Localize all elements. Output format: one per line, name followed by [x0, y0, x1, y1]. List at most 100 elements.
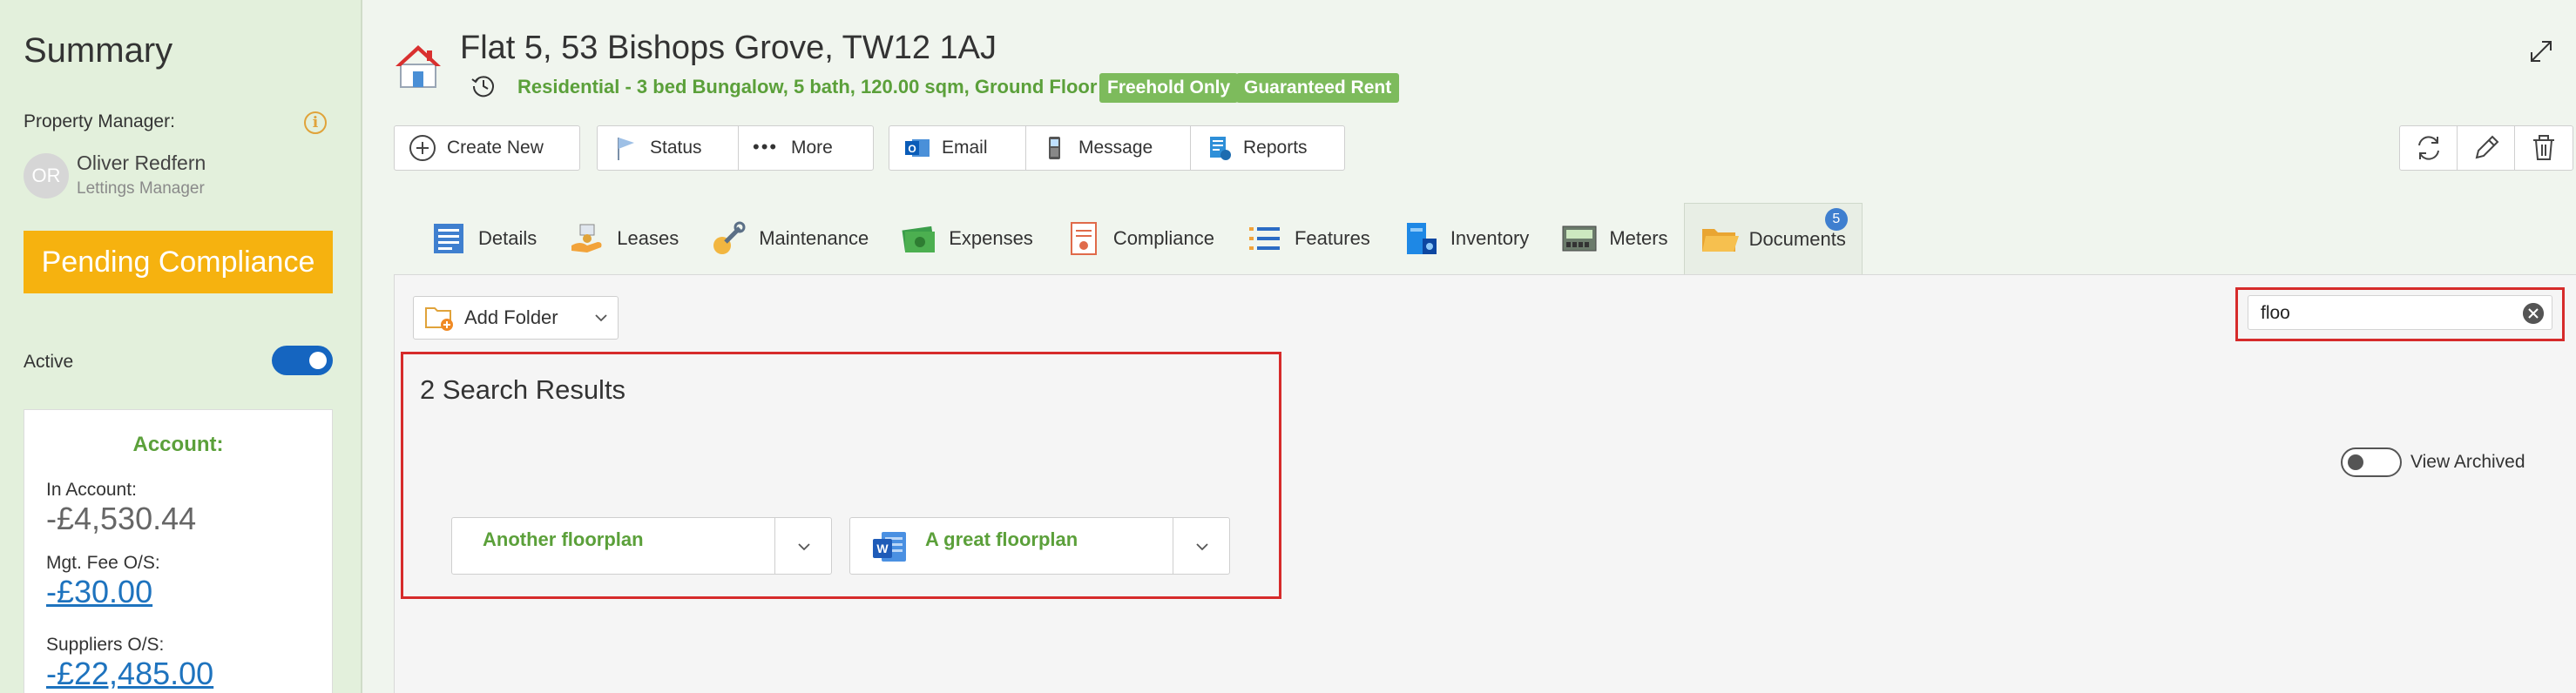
- document-name[interactable]: A great floorplan: [925, 528, 1078, 551]
- documents-count-badge: 5: [1824, 208, 1848, 231]
- property-description: Residential - 3 bed Bungalow, 5 bath, 12…: [517, 76, 1098, 98]
- tab-label: Meters: [1609, 227, 1668, 249]
- mgt-fee-link[interactable]: -£30.00: [46, 574, 152, 610]
- tab-compliance[interactable]: Compliance: [1049, 203, 1230, 274]
- expand-icon[interactable]: [2526, 37, 2556, 66]
- tab-expenses[interactable]: Expenses: [884, 203, 1049, 274]
- plus-circle-icon: [409, 135, 436, 161]
- property-manager-label: Property Manager:: [24, 111, 175, 131]
- sidebar-title: Summary: [24, 31, 173, 70]
- refresh-icon: [2417, 136, 2439, 160]
- chevron-down-icon: [595, 314, 607, 322]
- status-group: Status ••• More: [597, 125, 874, 171]
- svg-text:O: O: [908, 143, 916, 155]
- compliance-status-button[interactable]: Pending Compliance: [24, 231, 333, 293]
- search-results-title: 2 Search Results: [420, 374, 626, 405]
- trash-icon: [2533, 135, 2554, 160]
- document-name[interactable]: Another floorplan: [483, 528, 644, 551]
- document-card[interactable]: Another floorplan: [451, 517, 832, 575]
- document-menu-button[interactable]: [774, 518, 832, 574]
- communication-group: O Email Message Reports: [889, 125, 1345, 171]
- pencil-icon: [2475, 135, 2498, 159]
- clear-search-icon[interactable]: [2523, 303, 2544, 324]
- document-card[interactable]: W A great floorplan: [849, 517, 1230, 575]
- freehold-badge: Freehold Only: [1099, 73, 1239, 103]
- tab-label: Inventory: [1450, 227, 1530, 249]
- refresh-button[interactable]: [2400, 126, 2458, 170]
- create-new-button[interactable]: Create New: [395, 126, 579, 170]
- property-title: Flat 5, 53 Bishops Grove, TW12 1AJ: [460, 30, 997, 66]
- tab-leases[interactable]: Leases: [552, 203, 694, 274]
- property-manager-name[interactable]: Oliver Redfern: [77, 151, 206, 175]
- maintenance-icon: [713, 221, 746, 254]
- message-label: Message: [1078, 138, 1153, 158]
- history-icon[interactable]: [470, 73, 497, 99]
- guaranteed-rent-badge: Guaranteed Rent: [1236, 73, 1400, 103]
- avatar: OR: [24, 153, 69, 198]
- toggle-knob: [2348, 454, 2363, 470]
- tab-maintenance[interactable]: Maintenance: [694, 203, 884, 274]
- add-folder-button[interactable]: Add Folder: [413, 296, 619, 340]
- tab-meters[interactable]: Meters: [1545, 203, 1683, 274]
- email-label: Email: [942, 138, 988, 158]
- tab-label: Features: [1294, 227, 1370, 249]
- view-archived-toggle[interactable]: [2341, 447, 2402, 477]
- add-folder-icon: [425, 307, 453, 331]
- message-button[interactable]: Message: [1026, 126, 1191, 170]
- property-tabs: Details Leases Maintenance Expenses Comp…: [414, 203, 1863, 274]
- account-card: Account: In Account: -£4,530.44 Mgt. Fee…: [24, 409, 333, 693]
- outlook-icon: O: [905, 139, 930, 157]
- leases-icon: [571, 224, 602, 252]
- more-button[interactable]: ••• More: [739, 126, 873, 170]
- house-icon: [396, 45, 441, 88]
- tab-label: Expenses: [949, 227, 1033, 249]
- toggle-knob: [309, 352, 327, 369]
- search-input[interactable]: [2261, 301, 2513, 326]
- tab-label: Documents: [1748, 227, 1846, 250]
- suppliers-link[interactable]: -£22,485.00: [46, 656, 213, 692]
- property-manager-role: Lettings Manager: [77, 179, 205, 198]
- create-new-label: Create New: [447, 138, 544, 158]
- actions-group: [2399, 125, 2573, 171]
- details-icon: [434, 224, 463, 253]
- report-icon: [1210, 137, 1231, 160]
- status-button[interactable]: Status: [598, 126, 739, 170]
- document-menu-button[interactable]: [1173, 518, 1230, 574]
- view-archived-label: View Archived: [2410, 452, 2525, 472]
- edit-button[interactable]: [2458, 126, 2515, 170]
- tab-inventory[interactable]: Inventory: [1386, 203, 1545, 274]
- tab-label: Maintenance: [759, 227, 869, 249]
- features-icon: [1248, 227, 1280, 250]
- flag-icon: [618, 138, 634, 160]
- meters-icon: [1562, 225, 1597, 252]
- add-folder-label: Add Folder: [464, 306, 558, 328]
- account-title: Account:: [132, 433, 224, 456]
- suppliers-label: Suppliers O/S:: [46, 635, 165, 655]
- tab-label: Leases: [617, 227, 679, 249]
- phone-icon: [1049, 137, 1060, 159]
- active-toggle[interactable]: [272, 346, 333, 375]
- tab-label: Compliance: [1112, 227, 1214, 249]
- tab-documents[interactable]: Documents 5: [1683, 203, 1863, 274]
- tab-label: Details: [478, 227, 538, 249]
- more-icon: •••: [753, 136, 779, 158]
- chevron-down-icon: [1196, 543, 1208, 551]
- word-icon: W: [873, 532, 906, 562]
- inventory-icon: [1406, 223, 1437, 254]
- status-label: Status: [650, 138, 702, 158]
- delete-button[interactable]: [2515, 126, 2573, 170]
- tab-details[interactable]: Details: [414, 203, 552, 274]
- compliance-icon: [1070, 222, 1097, 255]
- reports-label: Reports: [1243, 138, 1308, 158]
- document-search: [2248, 295, 2552, 330]
- reports-button[interactable]: Reports: [1191, 126, 1344, 170]
- summary-sidebar: Summary Property Manager: i OR Oliver Re…: [0, 0, 362, 693]
- info-icon[interactable]: i: [304, 111, 327, 134]
- expenses-icon: [902, 225, 936, 252]
- documents-icon: [1701, 228, 1739, 252]
- create-group: Create New: [394, 125, 580, 171]
- chevron-down-icon: [798, 543, 810, 551]
- email-button[interactable]: O Email: [889, 126, 1026, 170]
- in-account-value: -£4,530.44: [46, 501, 197, 536]
- tab-features[interactable]: Features: [1230, 203, 1386, 274]
